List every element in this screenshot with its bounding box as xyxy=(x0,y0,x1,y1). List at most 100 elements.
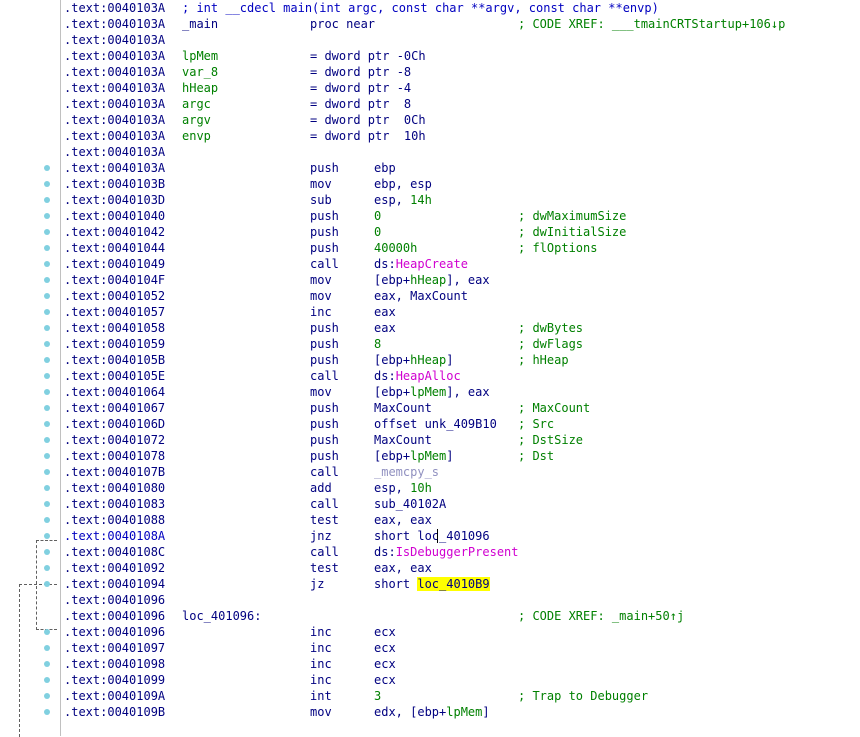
operands[interactable]: [ebp+lpMem] xyxy=(374,448,453,464)
line-marker-dot[interactable] xyxy=(44,517,50,523)
operands[interactable]: [ebp+hHeap], eax xyxy=(374,272,490,288)
stack-var-name[interactable]: envp xyxy=(182,128,211,144)
xref-comment[interactable]: ; CODE XREF: ___tmainCRTStartup+106↓p xyxy=(518,16,785,32)
proc-row[interactable]: .text:0040103A _main proc near ; CODE XR… xyxy=(64,16,785,32)
line-marker-dot[interactable] xyxy=(44,709,50,715)
line-marker-dot[interactable] xyxy=(44,197,50,203)
operands[interactable]: esp, 14h xyxy=(374,192,432,208)
line-marker-dot[interactable] xyxy=(44,421,50,427)
line-marker-dot[interactable] xyxy=(44,405,50,411)
line-marker-dot[interactable] xyxy=(44,677,50,683)
operands[interactable]: ecx xyxy=(374,624,396,640)
address: .text:0040103A xyxy=(64,81,166,95)
operands[interactable]: eax, eax xyxy=(374,560,432,576)
xref-comment[interactable]: ; CODE XREF: _main+50↑j xyxy=(518,608,684,624)
line-marker-dot[interactable] xyxy=(44,325,50,331)
operands[interactable]: ds:IsDebuggerPresent xyxy=(374,544,519,560)
function-signature-comment: ; int __cdecl main(int argc, const char … xyxy=(182,1,659,15)
comment: ; dwInitialSize xyxy=(518,225,627,239)
operands[interactable]: MaxCount xyxy=(374,400,432,416)
code-label[interactable]: loc_401096: xyxy=(182,608,261,624)
operands[interactable]: ecx xyxy=(374,656,396,672)
operands[interactable]: ebp, esp xyxy=(374,176,432,192)
address: .text:0040103A xyxy=(64,17,166,31)
line-marker-dot[interactable] xyxy=(44,549,50,555)
mnemonic: mov xyxy=(310,289,332,303)
operands[interactable]: short loc_401096 xyxy=(374,528,490,544)
line-marker-dot[interactable] xyxy=(44,437,50,443)
line-marker-dot[interactable] xyxy=(44,485,50,491)
operands[interactable]: ecx xyxy=(374,672,396,688)
mnemonic: int xyxy=(310,689,332,703)
operands[interactable]: edx, [ebp+lpMem] xyxy=(374,704,490,720)
line-marker-dot[interactable] xyxy=(44,213,50,219)
disassembly-listing[interactable]: .text:0040103A ; int __cdecl main(int ar… xyxy=(64,0,858,736)
line-marker-dot[interactable] xyxy=(44,373,50,379)
line-marker-dot[interactable] xyxy=(44,261,50,267)
address: .text:0040103D xyxy=(64,193,166,207)
mnemonic: jz xyxy=(310,577,325,591)
line-marker-dot[interactable] xyxy=(44,469,50,475)
line-marker-dot[interactable] xyxy=(44,293,50,299)
line-marker-dot[interactable] xyxy=(44,629,50,635)
line-marker-dot[interactable] xyxy=(44,165,50,171)
address: .text:00401067 xyxy=(64,401,166,415)
operands[interactable]: ds:HeapCreate xyxy=(374,256,468,272)
address: .text:00401078 xyxy=(64,449,166,463)
mnemonic: mov xyxy=(310,705,332,719)
operands[interactable]: [ebp+lpMem], eax xyxy=(374,384,490,400)
operands[interactable]: 0 xyxy=(374,224,381,240)
operands[interactable]: _memcpy_s xyxy=(374,464,439,480)
line-marker-dot[interactable] xyxy=(44,389,50,395)
operands[interactable]: 40000h xyxy=(374,240,417,256)
stack-var-name[interactable]: lpMem xyxy=(182,48,218,64)
line-marker-dot[interactable] xyxy=(44,661,50,667)
mnemonic: push xyxy=(310,353,339,367)
operands[interactable]: short loc_4010B9 xyxy=(374,576,490,592)
mnemonic: call xyxy=(310,369,339,383)
operands[interactable]: ds:HeapAlloc xyxy=(374,368,461,384)
mnemonic: inc xyxy=(310,625,332,639)
operands[interactable]: 3 xyxy=(374,688,381,704)
mnemonic: inc xyxy=(310,641,332,655)
stack-var-definition: = dword ptr 8 xyxy=(310,97,412,111)
stack-var-name[interactable]: argc xyxy=(182,96,211,112)
line-marker-dot[interactable] xyxy=(44,309,50,315)
stack-var-name[interactable]: argv xyxy=(182,112,211,128)
operands[interactable]: sub_40102A xyxy=(374,496,446,512)
line-marker-dot[interactable] xyxy=(44,645,50,651)
line-marker-dot[interactable] xyxy=(44,565,50,571)
function-signature-row[interactable]: .text:0040103A ; int __cdecl main(int ar… xyxy=(64,0,659,16)
line-marker-dot[interactable] xyxy=(44,229,50,235)
comment: ; Src xyxy=(518,417,555,431)
line-marker-dot[interactable] xyxy=(44,245,50,251)
operands[interactable]: ecx xyxy=(374,640,396,656)
operands[interactable]: ebp xyxy=(374,160,396,176)
line-marker-dot[interactable] xyxy=(44,693,50,699)
operands[interactable]: eax xyxy=(374,320,396,336)
operands[interactable]: eax, MaxCount xyxy=(374,288,468,304)
stack-var-name[interactable]: hHeap xyxy=(182,80,218,96)
line-marker-dot[interactable] xyxy=(44,453,50,459)
operands[interactable]: MaxCount xyxy=(374,432,432,448)
line-marker-dot[interactable] xyxy=(44,277,50,283)
line-marker-dot[interactable] xyxy=(44,341,50,347)
line-marker-dot[interactable] xyxy=(44,501,50,507)
operands[interactable]: [ebp+hHeap] xyxy=(374,352,453,368)
operands[interactable]: esp, 10h xyxy=(374,480,432,496)
line-marker-dot[interactable] xyxy=(44,181,50,187)
comment: ; dwMaximumSize xyxy=(518,209,627,223)
line-marker-dot[interactable] xyxy=(44,357,50,363)
operands[interactable]: offset unk_409B10 xyxy=(374,416,497,432)
mnemonic: push xyxy=(310,241,339,255)
stack-var-name[interactable]: var_8 xyxy=(182,64,218,80)
address: .text:00401083 xyxy=(64,497,166,511)
operands[interactable]: eax, eax xyxy=(374,512,432,528)
operands[interactable]: 0 xyxy=(374,208,381,224)
mnemonic: inc xyxy=(310,657,332,671)
operands[interactable]: 8 xyxy=(374,336,381,352)
line-marker-dot[interactable] xyxy=(44,533,50,539)
line-marker-dot[interactable] xyxy=(44,581,50,587)
operands[interactable]: eax xyxy=(374,304,396,320)
function-name[interactable]: _main xyxy=(182,16,218,32)
